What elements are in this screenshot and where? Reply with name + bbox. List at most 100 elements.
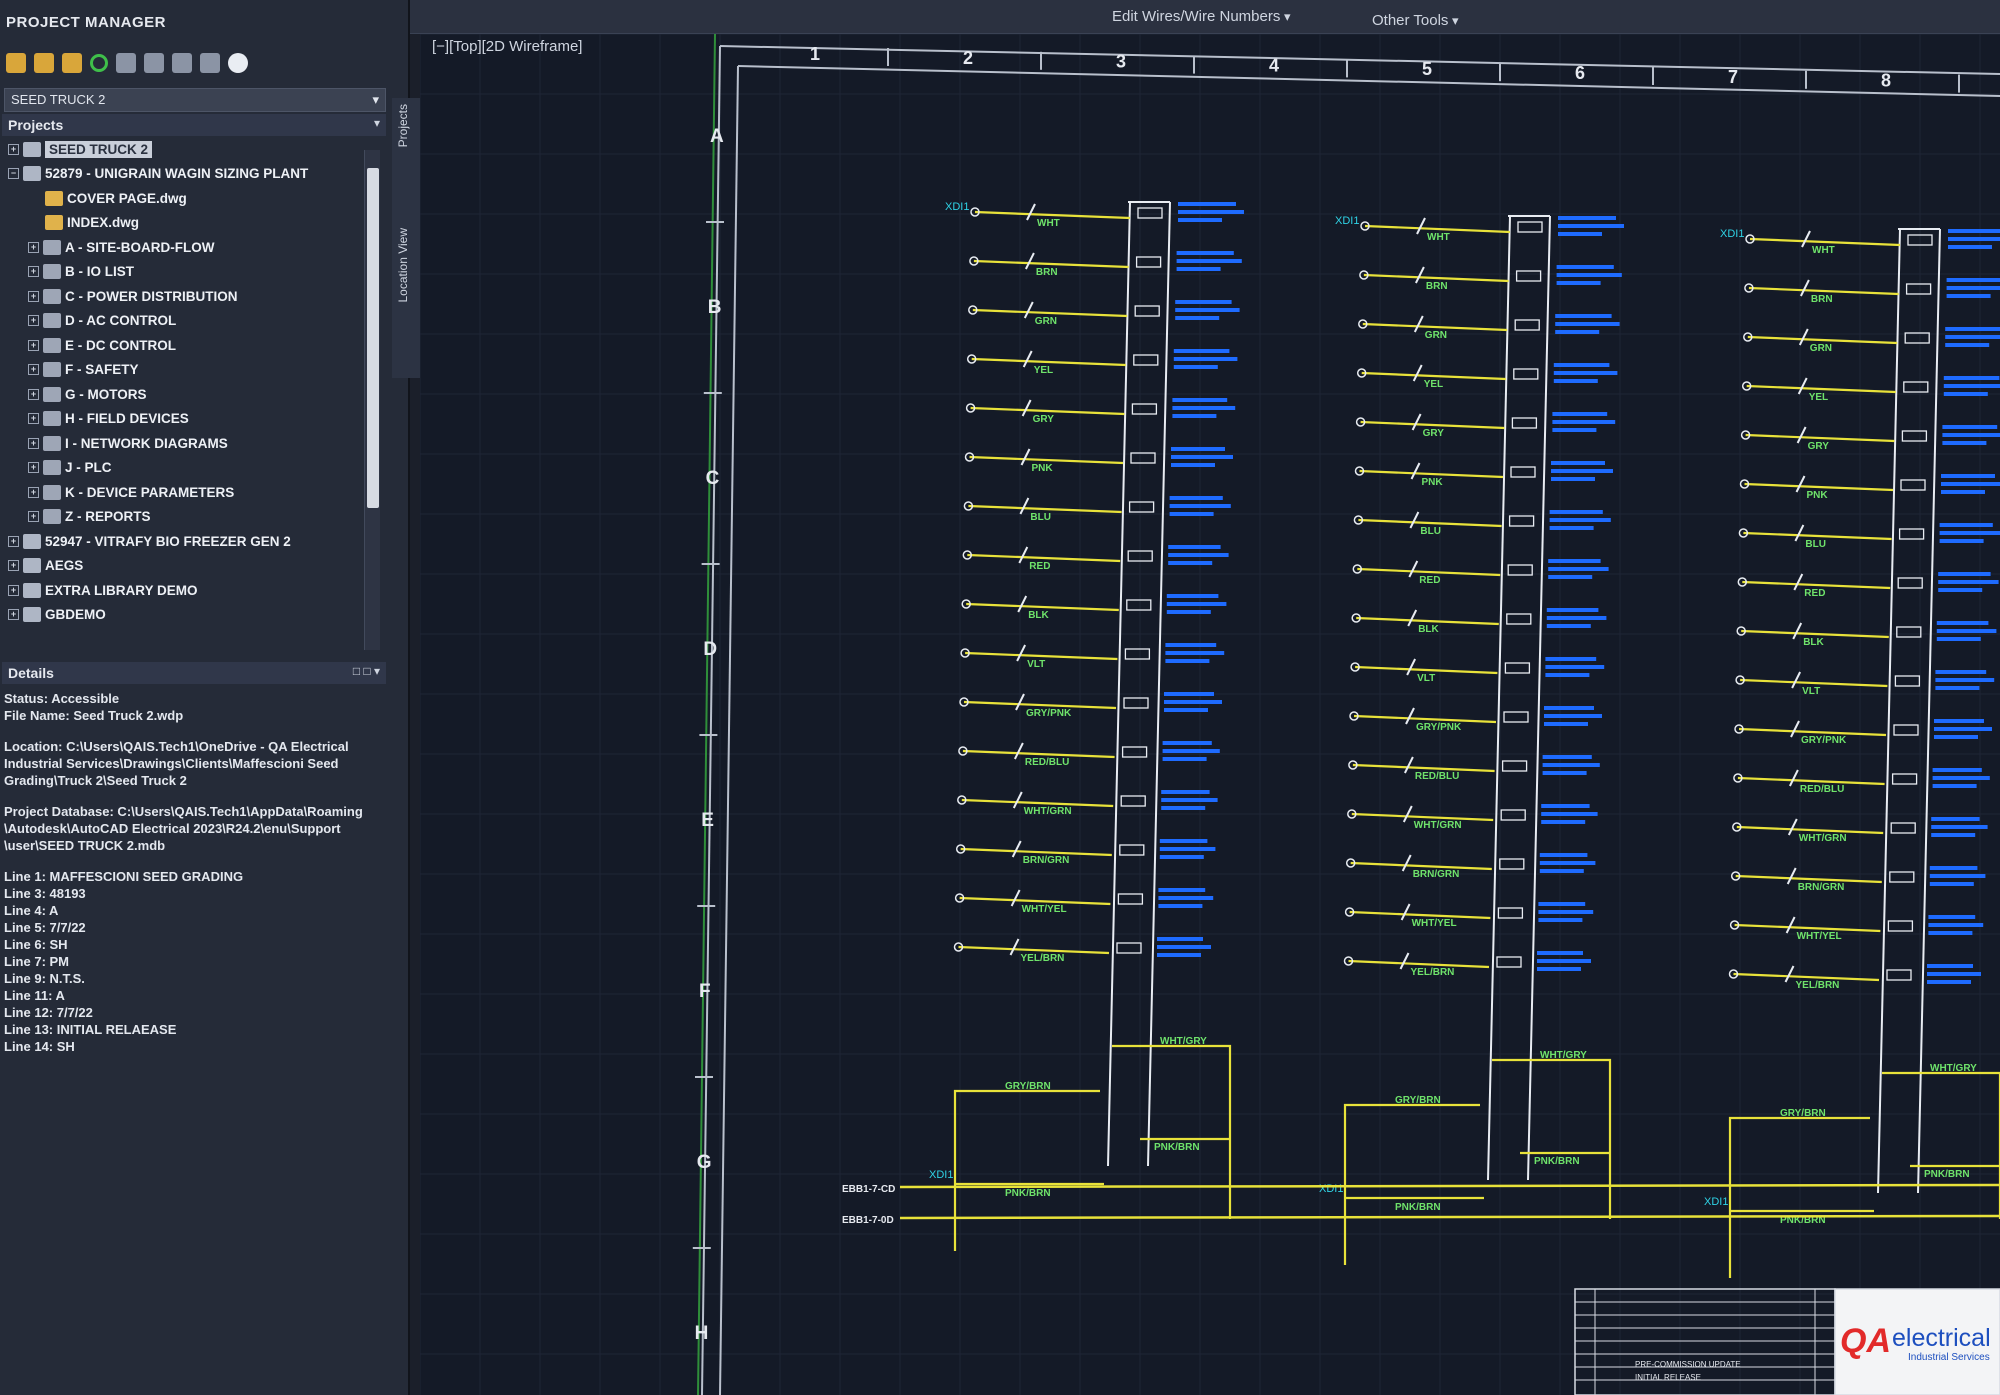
expand-toggle-icon[interactable]: + xyxy=(28,266,39,277)
wire-slash xyxy=(1411,413,1422,431)
new-drawing-icon[interactable] xyxy=(62,53,82,73)
open-project-icon[interactable] xyxy=(6,53,26,73)
border-line xyxy=(719,65,739,1395)
task-list-icon[interactable] xyxy=(116,53,136,73)
wire-slash xyxy=(1785,916,1796,934)
expand-toggle-icon[interactable]: − xyxy=(8,168,19,179)
terminal-box xyxy=(1897,577,1923,589)
tree-item[interactable]: + E - DC CONTROL xyxy=(28,334,176,356)
expand-toggle-icon[interactable]: + xyxy=(28,462,39,473)
folder-icon xyxy=(43,435,61,451)
expand-toggle-icon[interactable]: + xyxy=(28,339,39,351)
device-description xyxy=(1171,463,1215,467)
device-description xyxy=(1928,923,1984,927)
tree-item[interactable]: + EXTRA LIBRARY DEMO xyxy=(8,579,198,601)
device-description xyxy=(1934,735,1978,739)
wire-color-label: RED xyxy=(1029,561,1050,572)
expand-toggle-icon[interactable]: + xyxy=(28,413,39,424)
tree-item[interactable]: + AEGS xyxy=(8,555,83,577)
tree-item[interactable]: + C - POWER DISTRIBUTION xyxy=(28,285,238,307)
expand-toggle-icon[interactable]: + xyxy=(28,388,39,400)
expand-toggle-icon[interactable]: + xyxy=(28,511,39,522)
tree-item-label: Z - REPORTS xyxy=(65,509,151,524)
tab-location-view[interactable]: Location View xyxy=(396,228,410,303)
tree-item[interactable]: COVER PAGE.dwg xyxy=(28,187,187,209)
expand-toggle-icon[interactable]: + xyxy=(8,609,19,620)
tree-item[interactable]: + I - NETWORK DIAGRAMS xyxy=(28,432,228,454)
tree-item[interactable]: + F - SAFETY xyxy=(28,359,139,381)
device-description xyxy=(1161,790,1210,794)
device-description xyxy=(1157,953,1201,957)
tree-item[interactable]: + SEED TRUCK 2 xyxy=(8,138,153,160)
terminal-box xyxy=(1513,368,1539,380)
device-description xyxy=(1558,216,1616,220)
ucs-axis-line xyxy=(697,34,716,1395)
tree-item[interactable]: + Z - REPORTS xyxy=(28,506,151,528)
tree-item[interactable]: INDEX.dwg xyxy=(28,212,139,234)
module-rail xyxy=(1917,228,1941,1194)
wire-slash xyxy=(1789,769,1799,787)
tree-item[interactable]: + K - DEVICE PARAMETERS xyxy=(28,481,234,503)
module-header: XDI1 xyxy=(1335,215,1359,227)
tree-item[interactable]: + A - SITE-BOARD-FLOW xyxy=(28,236,214,258)
device-description xyxy=(1551,469,1613,473)
wire-color-label: BRN/GRN xyxy=(1023,855,1070,866)
refresh-icon[interactable] xyxy=(90,54,108,72)
expand-toggle-icon[interactable]: + xyxy=(28,241,39,253)
column-number: 6 xyxy=(1575,63,1585,83)
details-tools-icon[interactable]: □ □ ▾ xyxy=(353,664,380,678)
terminal-box xyxy=(1501,760,1528,772)
expand-toggle-icon[interactable]: + xyxy=(28,486,39,498)
terminal-box xyxy=(1133,354,1159,366)
tree-item[interactable]: + G - MOTORS xyxy=(28,383,147,405)
scroll-thumb[interactable] xyxy=(367,168,379,508)
terminal-box xyxy=(1900,479,1926,491)
tree-item[interactable]: + GBDEMO xyxy=(8,604,106,626)
project-properties-icon[interactable] xyxy=(144,53,164,73)
tree-item[interactable]: +52947 - VITRAFY BIO FREEZER GEN 2 xyxy=(8,530,291,552)
active-project-select[interactable]: SEED TRUCK 2 xyxy=(4,88,386,112)
expand-toggle-icon[interactable]: + xyxy=(28,364,39,375)
other-tools-dropdown[interactable]: Other Tools xyxy=(1372,12,1459,29)
tree-item[interactable]: + D - AC CONTROL xyxy=(28,310,176,332)
details-line: Industrial Services\Drawings\Clients\Maf… xyxy=(4,756,339,771)
device-description xyxy=(1553,363,1610,367)
tree-item-label: D - AC CONTROL xyxy=(65,313,177,328)
tree-item[interactable]: + H - FIELD DEVICES xyxy=(28,408,189,430)
wire-color-label: WHT/YEL xyxy=(1412,918,1457,929)
expand-toggle-icon[interactable]: + xyxy=(28,315,39,326)
expand-toggle-icon[interactable]: + xyxy=(8,560,19,571)
drawing-icon xyxy=(45,190,63,206)
tab-projects[interactable]: Projects xyxy=(396,104,410,147)
expand-toggle-icon[interactable]: + xyxy=(28,290,39,302)
expand-toggle-icon[interactable]: + xyxy=(8,143,19,155)
viewport-controls[interactable]: [−][Top][2D Wireframe] xyxy=(432,38,582,55)
new-project-icon[interactable] xyxy=(34,53,54,73)
details-header-label: Details xyxy=(8,665,54,681)
terminal-box xyxy=(1126,599,1152,611)
project-toolbar xyxy=(6,48,396,78)
tree-item[interactable]: + J - PLC xyxy=(28,457,112,479)
tree-scrollbar[interactable] xyxy=(364,150,380,650)
wire-color-label: GRY xyxy=(1423,428,1445,439)
expand-toggle-icon[interactable]: + xyxy=(28,437,39,449)
help-icon[interactable] xyxy=(228,53,248,73)
expand-toggle-icon[interactable]: + xyxy=(8,535,19,547)
wire-color-label: BLU xyxy=(1805,539,1826,550)
schematic-drawing[interactable]: 1 2 3 4 5 6 7 8 A B C D E F G H XDI1 WHT BRN GRN YEL GRY PNK BL… xyxy=(420,34,2000,1395)
tree-item[interactable]: + B - IO LIST xyxy=(28,261,134,283)
terminal-box xyxy=(1506,613,1532,625)
device-description xyxy=(1539,853,1588,857)
folder-icon xyxy=(43,386,61,402)
device-description xyxy=(1553,379,1598,383)
folder-icon xyxy=(43,411,61,426)
tree-item[interactable]: − 52879 - UNIGRAIN WAGIN SIZING PLANT xyxy=(8,163,308,185)
projects-collapse-icon[interactable]: ▾ xyxy=(374,116,380,130)
edit-wires-dropdown[interactable]: Edit Wires/Wire Numbers xyxy=(1112,8,1291,25)
device-description xyxy=(1932,784,1977,788)
plot-icon[interactable] xyxy=(200,53,220,73)
drawing-list-icon[interactable] xyxy=(172,53,192,73)
expand-toggle-icon[interactable]: + xyxy=(8,584,19,596)
device-description xyxy=(1935,686,1980,690)
details-line: Line 7: PM xyxy=(4,954,70,969)
